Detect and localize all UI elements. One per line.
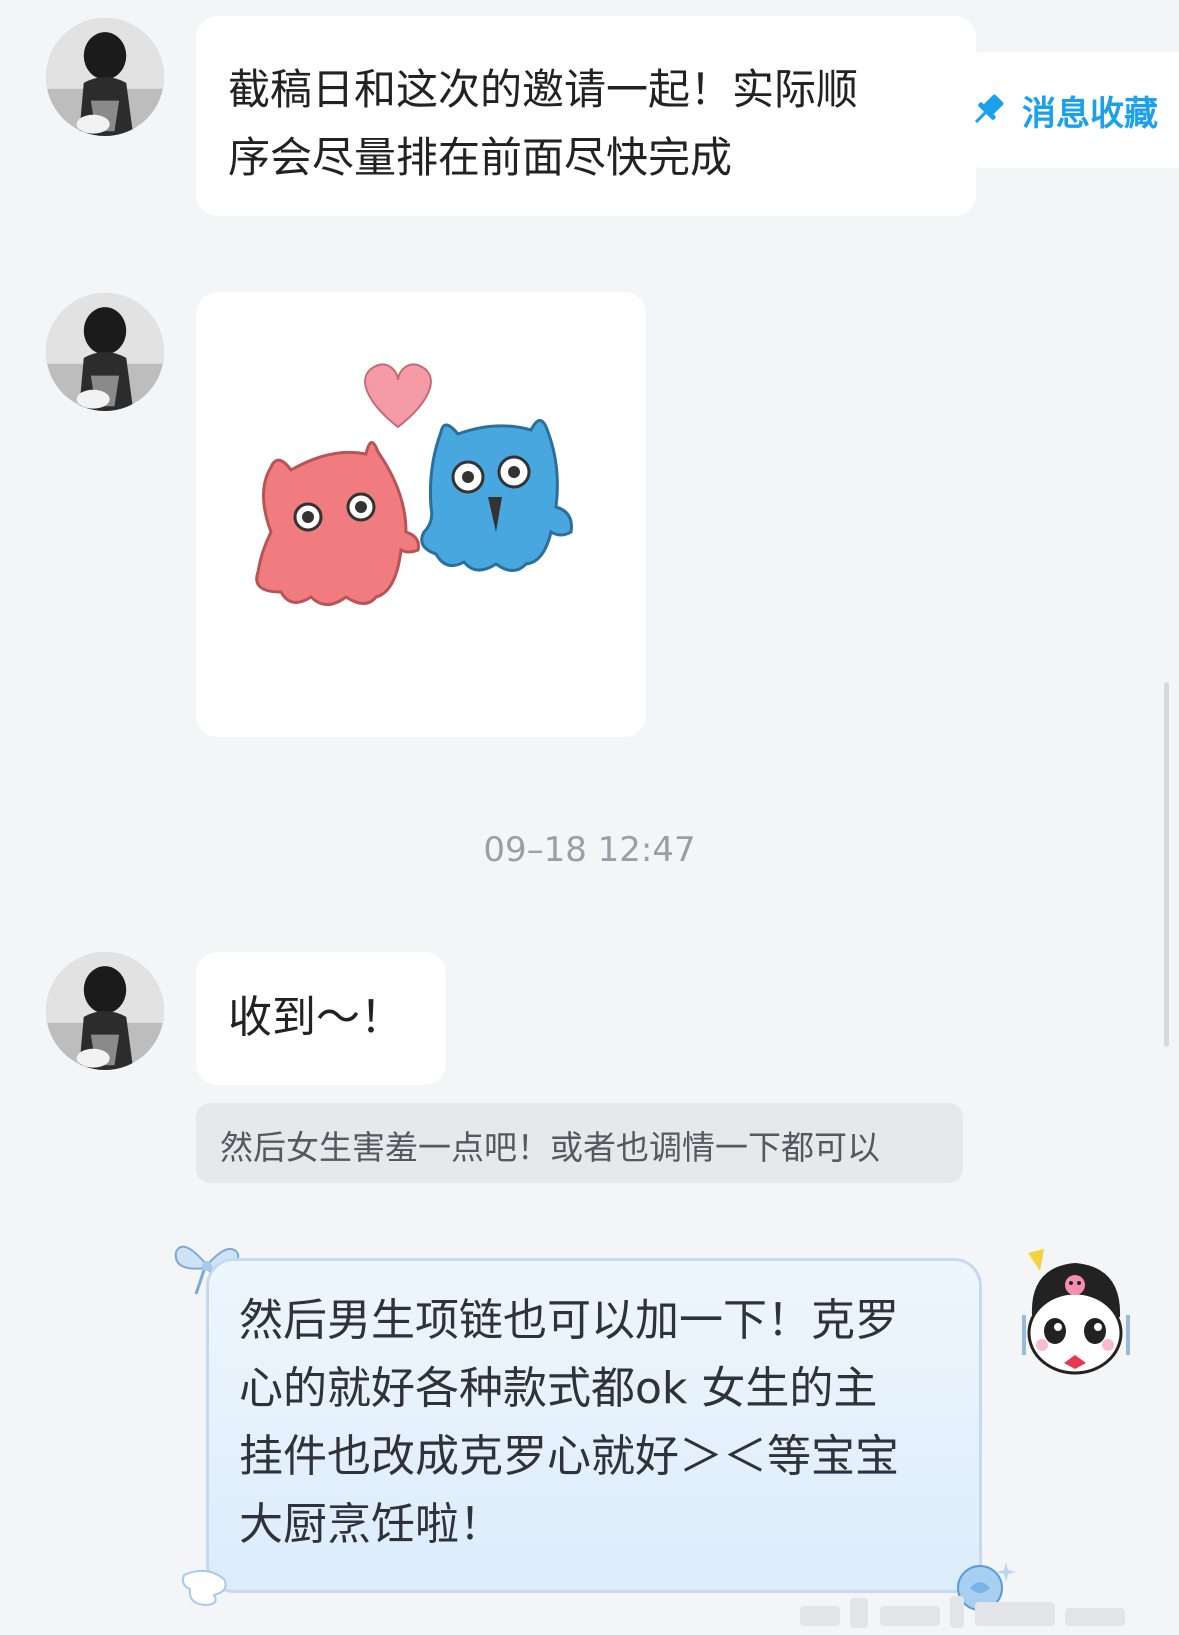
watermark-strokes [800,1596,1125,1628]
message-timestamp: 09–18 12:47 [483,830,696,870]
message-bubble[interactable]: 收到～！ [196,952,446,1085]
message-text-line: 截稿日和这次的邀请一起！实际顺 [228,65,859,114]
kuromi-avatar-icon [1022,1249,1130,1375]
message-bubble[interactable]: 截稿日和这次的邀请一起！实际顺 序会尽量排在前面尽快完成 [196,16,976,216]
contact-avatar[interactable] [46,952,164,1070]
avatar-photo [46,293,164,411]
favorite-message-button[interactable]: 消息收藏 [958,52,1179,168]
own-avatar[interactable] [1000,1245,1150,1395]
avatar-photo [46,18,164,136]
quoted-message[interactable]: 然后女生害羞一点吧！或者也调情一下都可以 [196,1103,963,1183]
message-text-line: 挂件也改成克罗心就好＞＜等宝宝 [239,1431,899,1482]
favorite-label: 消息收藏 [1022,93,1158,134]
avatar-photo [46,952,164,1070]
message-text-line: 心的就好各种款式都ok 女生的主 [239,1363,878,1414]
message-text-line: 然后男生项链也可以加一下！克罗 [239,1295,899,1346]
sticker-message[interactable] [196,292,646,737]
quoted-text: 然后女生害羞一点吧！或者也调情一下都可以 [220,1128,880,1167]
contact-avatar[interactable] [46,293,164,411]
message-text: 收到～！ [228,992,404,1043]
blob-couple-sticker [255,363,573,606]
message-text-line: 大厨烹饪啦！ [239,1499,503,1550]
scrollbar[interactable] [1164,682,1169,1047]
wing-decoration-icon [181,1569,227,1607]
pin-icon [974,94,1004,124]
message-text-line: 序会尽量排在前面尽快完成 [228,133,733,182]
contact-avatar[interactable] [46,18,164,136]
own-message-bubble[interactable]: 然后男生项链也可以加一下！克罗 心的就好各种款式都ok 女生的主 挂件也改成克罗… [206,1258,982,1593]
